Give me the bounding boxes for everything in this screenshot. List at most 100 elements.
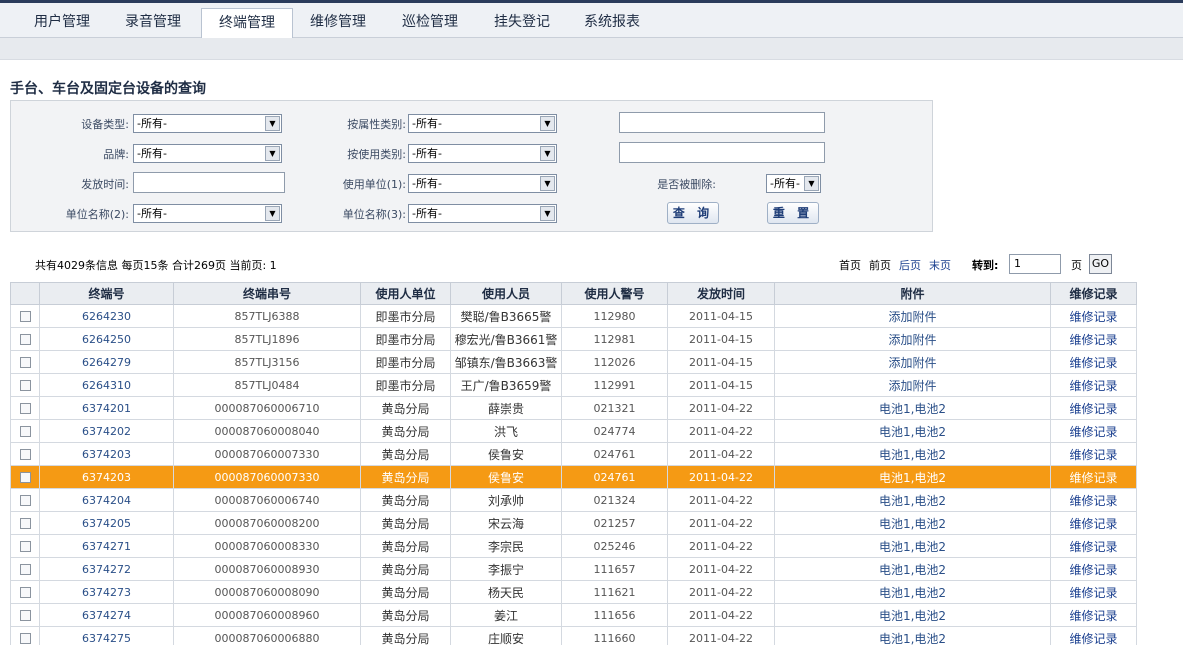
tab-loss-registration[interactable]: 挂失登记 — [482, 8, 562, 41]
attachment-link[interactable]: 添加附件 — [774, 350, 1051, 374]
table-row[interactable]: 6264230 857TLJ6388 即墨市分局 樊聪/鲁B3665警 112980 20… — [10, 304, 1137, 328]
table-row[interactable]: 6374272 000087060008930 黄岛分局 李振宁 111657 2011-… — [10, 557, 1137, 581]
terminal-no-cell[interactable]: 6264230 — [39, 304, 174, 328]
repair-record-link[interactable]: 维修记录 — [1050, 557, 1137, 581]
issue-time-input[interactable] — [133, 172, 285, 193]
terminal-no-cell[interactable]: 6374271 — [39, 534, 174, 558]
terminal-no-cell[interactable]: 6264279 — [39, 350, 174, 374]
table-row[interactable]: 6374275 000087060006880 黄岛分局 庄顺安 111660 2011-… — [10, 626, 1137, 645]
tab-inspection-management[interactable]: 巡检管理 — [390, 8, 470, 41]
attachment-link[interactable]: 电池1,电池2 — [774, 580, 1051, 604]
repair-record-link[interactable]: 维修记录 — [1050, 350, 1137, 374]
pager-prev[interactable]: 前页 — [869, 257, 891, 273]
repair-record-link[interactable]: 维修记录 — [1050, 626, 1137, 645]
extra-field-1[interactable] — [619, 112, 825, 133]
row-checkbox[interactable] — [19, 564, 31, 575]
attachment-link[interactable]: 电池1,电池2 — [774, 557, 1051, 581]
terminal-no-cell[interactable]: 6374203 — [39, 465, 174, 489]
terminal-no-cell[interactable]: 6374205 — [39, 511, 174, 535]
repair-record-link[interactable]: 维修记录 — [1050, 603, 1137, 627]
pager-next-label[interactable]: 后页 — [899, 259, 921, 272]
attachment-link[interactable]: 电池1,电池2 — [774, 419, 1051, 443]
tab-repair-management[interactable]: 维修管理 — [298, 8, 378, 41]
row-checkbox[interactable] — [19, 541, 31, 552]
attachment-link[interactable]: 添加附件 — [774, 304, 1051, 328]
attachment-link[interactable]: 电池1,电池2 — [774, 534, 1051, 558]
row-checkbox[interactable] — [19, 518, 31, 529]
repair-record-link[interactable]: 维修记录 — [1050, 304, 1137, 328]
repair-record-link[interactable]: 维修记录 — [1050, 419, 1137, 443]
table-row[interactable]: 6374201 000087060006710 黄岛分局 薛崇贵 021321 2011-… — [10, 396, 1137, 420]
terminal-no-cell[interactable]: 6374272 — [39, 557, 174, 581]
table-row[interactable]: 6264310 857TLJ0484 即墨市分局 王广/鲁B3659警 112991 20… — [10, 373, 1137, 397]
attachment-link[interactable]: 电池1,电池2 — [774, 603, 1051, 627]
tab-user-management[interactable]: 用户管理 — [22, 8, 102, 41]
pager-last-label[interactable]: 末页 — [929, 259, 951, 272]
terminal-no-cell[interactable]: 6374274 — [39, 603, 174, 627]
terminal-no-cell[interactable]: 6374275 — [39, 626, 174, 645]
terminal-no-cell[interactable]: 6264310 — [39, 373, 174, 397]
attr-type-select[interactable]: -所有- ▼ — [408, 114, 557, 133]
pager-last[interactable]: 末页 — [929, 257, 951, 273]
row-checkbox[interactable] — [19, 357, 31, 368]
table-row[interactable]: 6374202 000087060008040 黄岛分局 洪飞 024774 2011-0… — [10, 419, 1137, 443]
repair-record-link[interactable]: 维修记录 — [1050, 442, 1137, 466]
row-checkbox[interactable] — [19, 426, 31, 437]
terminal-no-cell[interactable]: 6374203 — [39, 442, 174, 466]
table-row[interactable]: 6374203 000087060007330 黄岛分局 侯鲁安 024761 2011-… — [10, 442, 1137, 466]
repair-record-link[interactable]: 维修记录 — [1050, 511, 1137, 535]
attachment-link[interactable]: 电池1,电池2 — [774, 465, 1051, 489]
repair-record-link[interactable]: 维修记录 — [1050, 373, 1137, 397]
unit2-select[interactable]: -所有- ▼ — [133, 204, 282, 223]
table-row[interactable]: 6374273 000087060008090 黄岛分局 杨天民 111621 2011-… — [10, 580, 1137, 604]
row-checkbox[interactable] — [19, 449, 31, 460]
reset-button[interactable]: 重 置 — [767, 202, 819, 224]
row-checkbox[interactable] — [19, 495, 31, 506]
device-type-select[interactable]: -所有- ▼ — [133, 114, 282, 133]
attachment-link[interactable]: 电池1,电池2 — [774, 488, 1051, 512]
repair-record-link[interactable]: 维修记录 — [1050, 465, 1137, 489]
use-type-select[interactable]: -所有- ▼ — [408, 144, 557, 163]
attachment-link[interactable]: 添加附件 — [774, 373, 1051, 397]
unit1-select[interactable]: -所有- ▼ — [408, 174, 557, 193]
table-row[interactable]: 6374271 000087060008330 黄岛分局 李宗民 025246 2011-… — [10, 534, 1137, 558]
brand-select[interactable]: -所有- ▼ — [133, 144, 282, 163]
terminal-no-cell[interactable]: 6374202 — [39, 419, 174, 443]
pager-next[interactable]: 后页 — [899, 257, 921, 273]
row-checkbox[interactable] — [19, 633, 31, 644]
row-checkbox[interactable] — [19, 472, 31, 483]
terminal-no-cell[interactable]: 6374204 — [39, 488, 174, 512]
pager-first[interactable]: 首页 — [839, 257, 861, 273]
search-button[interactable]: 查 询 — [667, 202, 719, 224]
tab-recording-management[interactable]: 录音管理 — [110, 8, 196, 41]
terminal-no-cell[interactable]: 6374201 — [39, 396, 174, 420]
repair-record-link[interactable]: 维修记录 — [1050, 396, 1137, 420]
table-row[interactable]: 6264279 857TLJ3156 即墨市分局 邹镇东/鲁B3663警 112026 2… — [10, 350, 1137, 374]
attachment-link[interactable]: 电池1,电池2 — [774, 626, 1051, 645]
deleted-select[interactable]: -所有- ▼ — [766, 174, 821, 193]
row-checkbox[interactable] — [19, 610, 31, 621]
extra-field-2[interactable] — [619, 142, 825, 163]
repair-record-link[interactable]: 维修记录 — [1050, 488, 1137, 512]
row-checkbox[interactable] — [19, 587, 31, 598]
row-checkbox[interactable] — [19, 311, 31, 322]
attachment-link[interactable]: 电池1,电池2 — [774, 396, 1051, 420]
table-row[interactable]: 6374274 000087060008960 黄岛分局 姜江 111656 2011-0… — [10, 603, 1137, 627]
row-checkbox[interactable] — [19, 380, 31, 391]
terminal-no-cell[interactable]: 6264250 — [39, 327, 174, 351]
table-row[interactable]: 6374205 000087060008200 黄岛分局 宋云海 021257 2011-… — [10, 511, 1137, 535]
attachment-link[interactable]: 电池1,电池2 — [774, 442, 1051, 466]
table-row[interactable]: 6264250 857TLJ1896 即墨市分局 穆宏光/鲁B3661警 112981 2… — [10, 327, 1137, 351]
repair-record-link[interactable]: 维修记录 — [1050, 580, 1137, 604]
go-button[interactable]: GO — [1089, 254, 1112, 274]
tab-system-reports[interactable]: 系统报表 — [572, 8, 652, 41]
unit3-select[interactable]: -所有- ▼ — [408, 204, 557, 223]
row-checkbox[interactable] — [19, 334, 31, 345]
table-row[interactable]: 6374204 000087060006740 黄岛分局 刘承帅 021324 2011-… — [10, 488, 1137, 512]
terminal-no-cell[interactable]: 6374273 — [39, 580, 174, 604]
repair-record-link[interactable]: 维修记录 — [1050, 534, 1137, 558]
table-row[interactable]: 6374203 000087060007330 黄岛分局 侯鲁安 024761 2011-… — [10, 465, 1137, 489]
page-number-input[interactable]: 1 — [1009, 254, 1061, 274]
attachment-link[interactable]: 电池1,电池2 — [774, 511, 1051, 535]
attachment-link[interactable]: 添加附件 — [774, 327, 1051, 351]
